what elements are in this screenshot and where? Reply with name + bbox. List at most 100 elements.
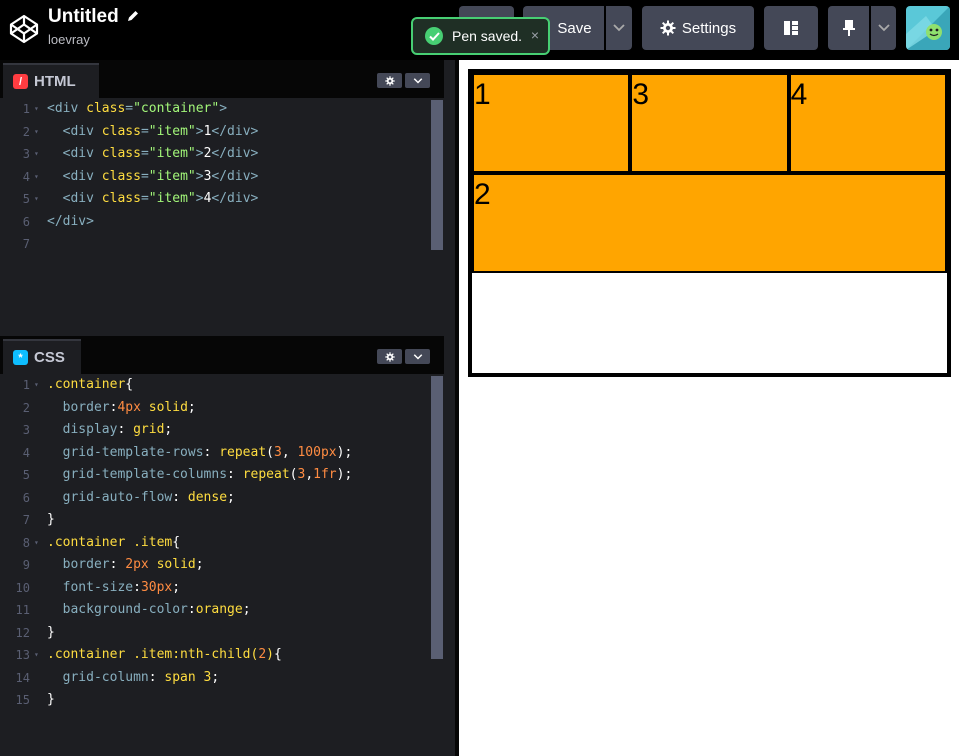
pin-button[interactable] [828,6,869,50]
code-line[interactable]: 6 grid-auto-flow: dense; [0,487,432,510]
fold-arrow-icon[interactable]: ▾ [34,644,39,667]
code-line[interactable]: 13 ▾ .container .item:nth-child(2){ [0,644,432,667]
fold-arrow-icon[interactable]: ▾ [34,98,39,121]
code-text: <div class="item">4</div> [47,188,259,211]
css-editor-tools [377,349,430,364]
code-token: span 3 [164,669,212,685]
code-line[interactable]: 11 background-color:orange; [0,599,432,622]
change-view-button[interactable] [764,6,818,50]
result-preview: 1 2 3 4 [459,60,959,756]
save-dropdown-button[interactable] [606,6,632,50]
pin-dropdown-button[interactable] [871,6,896,50]
code-line[interactable]: 3 ▾ <div class="item">2</div> [0,143,432,166]
code-line[interactable]: 15} [0,689,432,712]
code-token: ( [266,444,274,460]
code-line[interactable]: 1 ▾ <div class="container"> [0,98,432,121]
code-token: 4px [117,399,141,415]
css-code-editor[interactable]: 1 ▾ .container{2 border:4px solid; 3 displa… [0,374,432,712]
grid-item-4: 4 [788,73,947,173]
code-line[interactable]: 3 display: grid; [0,419,432,442]
code-token: ; [164,422,173,437]
code-token: 3 [274,444,282,460]
code-line[interactable]: 7} [0,509,432,532]
code-token: .container .item [47,534,173,550]
code-line[interactable]: 5 grid-template-columns: repeat(3,1fr); [0,464,432,487]
code-line[interactable]: 2 border:4px solid; [0,397,432,420]
fold-arrow-icon[interactable]: ▾ [34,143,39,166]
code-token: : [203,444,220,460]
preview-container: 1 2 3 4 [468,69,951,377]
html-settings-button[interactable] [377,73,402,88]
toast-message: Pen saved. [452,28,523,44]
fold-arrow-icon[interactable]: ▾ [34,166,39,189]
tab-css[interactable]: * CSS [3,339,81,374]
fold-arrow-icon[interactable]: ▾ [34,121,39,144]
code-token: > [195,123,204,139]
code-line[interactable]: 5 ▾ <div class="item">4</div> [0,188,432,211]
code-token: border [62,557,110,572]
pin-icon [842,20,855,36]
user-avatar[interactable] [906,6,950,50]
code-text: } [47,509,55,532]
line-number: 11 [15,603,30,617]
gear-icon [384,351,395,362]
code-line[interactable]: 4 ▾ <div class="item">3</div> [0,166,432,189]
css-scrollbar[interactable] [431,376,443,659]
code-line[interactable]: 6 </div> [0,211,432,234]
code-line[interactable]: 12} [0,622,432,645]
code-line[interactable]: 8 ▾ .container .item{ [0,532,432,555]
gear-icon [384,75,395,86]
html-scrollbar[interactable] [431,100,443,250]
codepen-logo-icon[interactable] [9,14,39,44]
css-editor-pane: * CSS 1 ▾ .container{2 border:4px solid; 3 … [0,336,444,756]
code-line[interactable]: 10 font-size:30px; [0,577,432,600]
css-settings-button[interactable] [377,349,402,364]
code-text: border:4px solid; [47,397,196,420]
code-token: font-size [62,579,134,595]
code-token: div [227,123,251,139]
code-token: ); [336,467,353,482]
code-text: </div> [47,211,94,234]
line-number: 8 [22,535,30,550]
chevron-down-icon [413,77,422,84]
code-token: div [54,101,79,116]
code-token: grid-template-rows [62,444,204,460]
pen-title[interactable]: Untitled [48,6,119,28]
css-collapse-button[interactable] [405,349,430,364]
code-line[interactable]: 1 ▾ .container{ [0,374,432,397]
layout-icon [784,21,798,35]
code-token: dense [187,489,228,505]
author-name[interactable]: loevray [48,32,90,47]
code-token: > [219,101,228,116]
code-text: <div class="item">1</div> [47,121,259,144]
close-icon[interactable]: × [531,27,539,43]
fold-arrow-icon[interactable]: ▾ [34,532,39,555]
settings-button[interactable]: Settings [642,6,754,50]
tab-html[interactable]: / HTML [3,63,99,98]
code-line[interactable]: 14 grid-column: span 3; [0,667,432,690]
code-token: ; [187,399,196,415]
code-token: = [140,168,149,184]
code-line[interactable]: 2 ▾ <div class="item">1</div> [0,121,432,144]
code-token: : [148,669,165,685]
fold-arrow-icon[interactable]: ▾ [34,374,39,397]
code-line[interactable]: 7 [0,233,432,256]
html-editor-header: / HTML [0,60,444,98]
line-number: 6 [22,490,30,505]
code-token: 2 [258,647,267,662]
code-text: <div class="item">3</div> [47,166,259,189]
grid-item-3: 3 [630,73,789,173]
line-number: 13 [15,648,30,662]
top-bar: Untitled loevray Save Settings Pen saved… [0,0,959,60]
code-text: background-color:orange; [47,599,251,622]
html-collapse-button[interactable] [405,73,430,88]
code-line[interactable]: 4 grid-template-rows: repeat(3, 100px); [0,442,432,465]
pencil-icon[interactable] [126,9,140,23]
fold-arrow-icon[interactable]: ▾ [34,188,39,211]
code-line[interactable]: 9 border: 2px solid; [0,554,432,577]
code-token: class [101,146,141,161]
html-code-editor[interactable]: 1 ▾ <div class="container"> 2 ▾ <div class="… [0,98,432,256]
